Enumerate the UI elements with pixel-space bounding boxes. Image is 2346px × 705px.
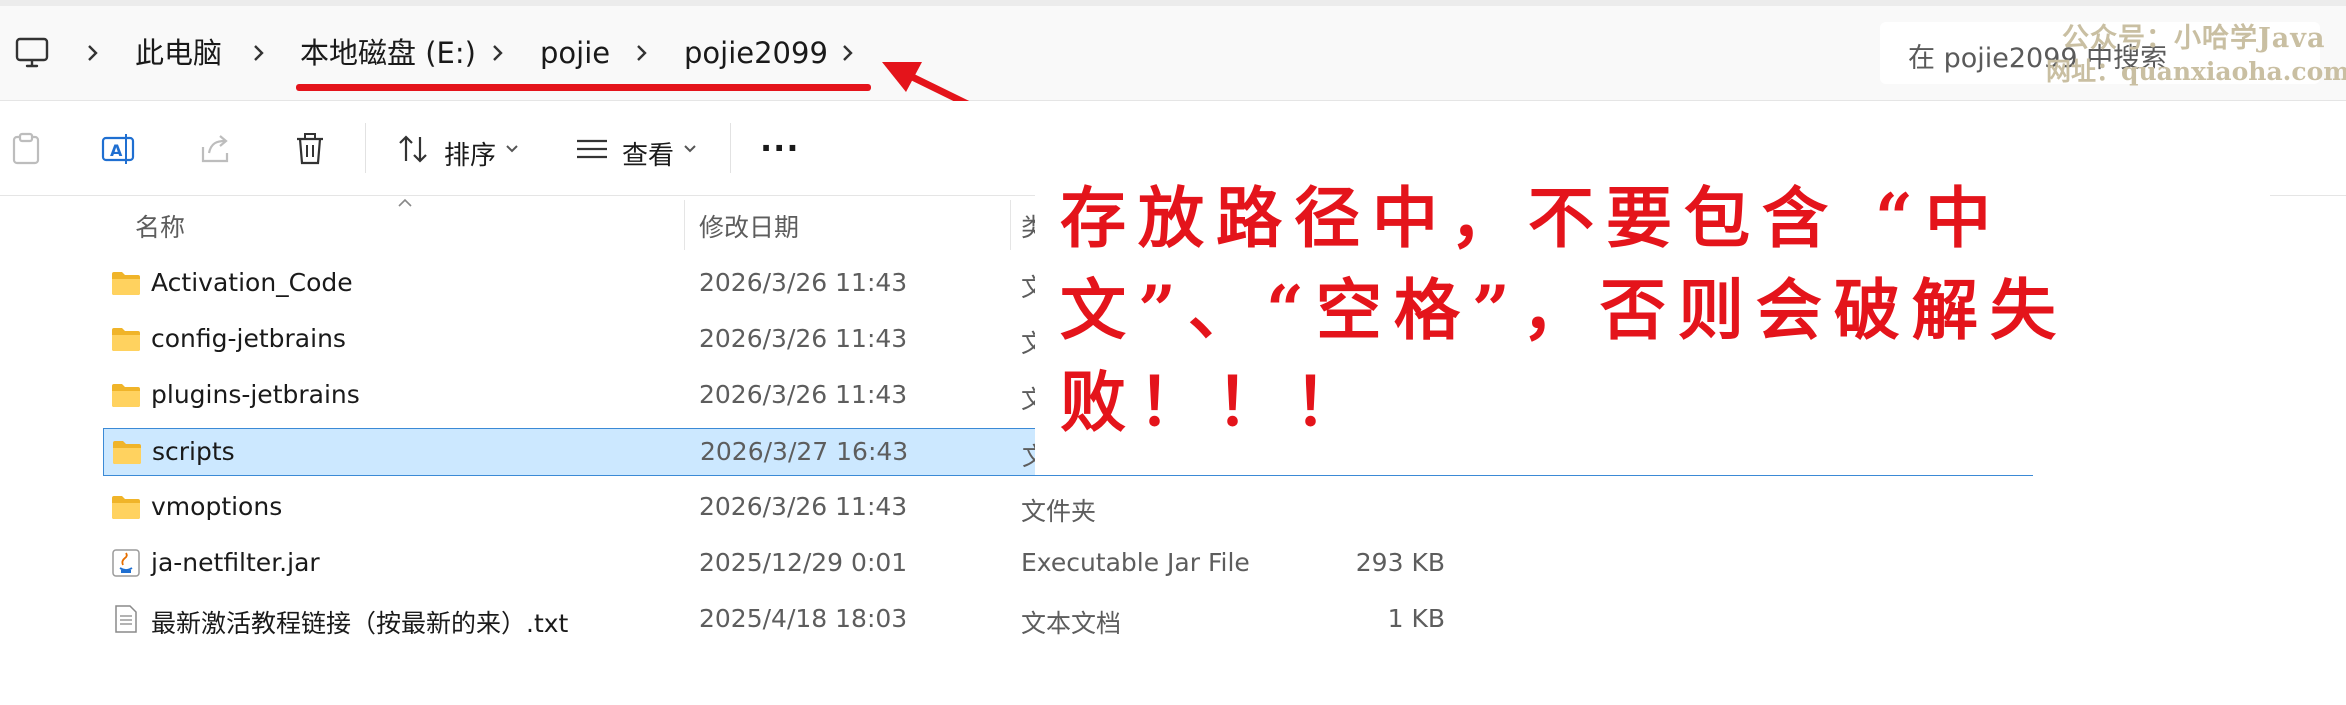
- chevron-right-icon[interactable]: [244, 38, 274, 68]
- toolbar-separator: [365, 123, 366, 173]
- breadcrumb-pojie2099[interactable]: pojie2099: [684, 36, 828, 70]
- file-row[interactable]: ja-netfilter.jar 2025/12/29 0:01 Executabl…: [103, 540, 2033, 588]
- column-header-name[interactable]: 名称: [135, 208, 185, 244]
- file-name: plugins-jetbrains: [151, 380, 360, 409]
- file-modified-date: 2025/4/18 18:03: [699, 604, 908, 633]
- java-jar-icon: [111, 549, 141, 577]
- file-modified-date: 2026/3/26 11:43: [699, 492, 908, 521]
- file-type: 文件夹: [1021, 497, 1097, 526]
- delete-icon[interactable]: [292, 131, 328, 167]
- rename-icon[interactable]: A: [100, 131, 136, 167]
- share-icon[interactable]: [197, 131, 233, 167]
- file-row[interactable]: 最新激活教程链接（按最新的来）.txt 2025/4/18 18:03 文本文档 1 …: [103, 596, 2033, 644]
- column-separator[interactable]: [684, 200, 685, 250]
- folder-icon: [112, 438, 142, 466]
- file-modified-date: 2026/3/26 11:43: [699, 380, 908, 409]
- file-size: 1 KB: [1387, 604, 1445, 633]
- chevron-right-icon[interactable]: [833, 38, 863, 68]
- chevron-right-icon[interactable]: [627, 38, 657, 68]
- file-type: Executable Jar File: [1021, 548, 1250, 577]
- more-options-button[interactable]: ...: [760, 121, 799, 159]
- view-icon[interactable]: [574, 131, 610, 167]
- file-modified-date: 2026/3/26 11:43: [699, 268, 908, 297]
- breadcrumb-this-pc[interactable]: 此电脑: [135, 36, 222, 70]
- column-separator[interactable]: [1010, 200, 1011, 250]
- watermark-url: 网址：quanxiaoha.com: [2046, 57, 2346, 86]
- file-name: config-jetbrains: [151, 324, 346, 353]
- file-size: 293 KB: [1355, 548, 1445, 577]
- chevron-down-icon[interactable]: [680, 139, 700, 159]
- breadcrumb-drive-e[interactable]: 本地磁盘 (E:): [300, 36, 476, 70]
- breadcrumb-pojie[interactable]: pojie: [540, 36, 610, 70]
- file-name: ja-netfilter.jar: [151, 548, 320, 577]
- sort-button[interactable]: 排序: [444, 135, 496, 172]
- folder-icon: [111, 325, 141, 353]
- file-type: 文本文档: [1021, 609, 1122, 638]
- chevron-right-icon[interactable]: [78, 38, 108, 68]
- file-name: Activation_Code: [151, 268, 353, 297]
- annotation-underline: [296, 84, 871, 91]
- this-pc-icon[interactable]: [14, 35, 50, 71]
- file-name: scripts: [152, 437, 235, 466]
- file-modified-date: 2026/3/27 16:43: [700, 437, 909, 466]
- view-button[interactable]: 查看: [622, 135, 674, 172]
- paste-icon[interactable]: [8, 131, 44, 167]
- text-file-icon: [111, 605, 141, 633]
- folder-icon: [111, 381, 141, 409]
- chevron-down-icon[interactable]: [502, 139, 522, 159]
- annotation-warning-text: 存放路径中，不要包含 “中文”、“空格”，否则会破解失败！！！: [1060, 179, 2068, 441]
- column-header-date[interactable]: 修改日期: [699, 208, 799, 244]
- folder-icon: [111, 493, 141, 521]
- file-name: 最新激活教程链接（按最新的来）.txt: [151, 609, 569, 638]
- sort-ascending-icon: [398, 198, 412, 207]
- folder-icon: [111, 269, 141, 297]
- toolbar-separator: [730, 123, 731, 173]
- sort-icon[interactable]: [395, 131, 431, 167]
- file-modified-date: 2025/12/29 0:01: [699, 548, 908, 577]
- file-name: vmoptions: [151, 492, 283, 521]
- chevron-right-icon[interactable]: [483, 38, 513, 68]
- svg-text:A: A: [110, 141, 123, 160]
- watermark-account: 公众号：小哈学Java: [2062, 23, 2326, 54]
- title-strip: [0, 0, 2346, 6]
- file-row[interactable]: vmoptions 2026/3/26 11:43 文件夹: [103, 484, 2033, 532]
- file-modified-date: 2026/3/26 11:43: [699, 324, 908, 353]
